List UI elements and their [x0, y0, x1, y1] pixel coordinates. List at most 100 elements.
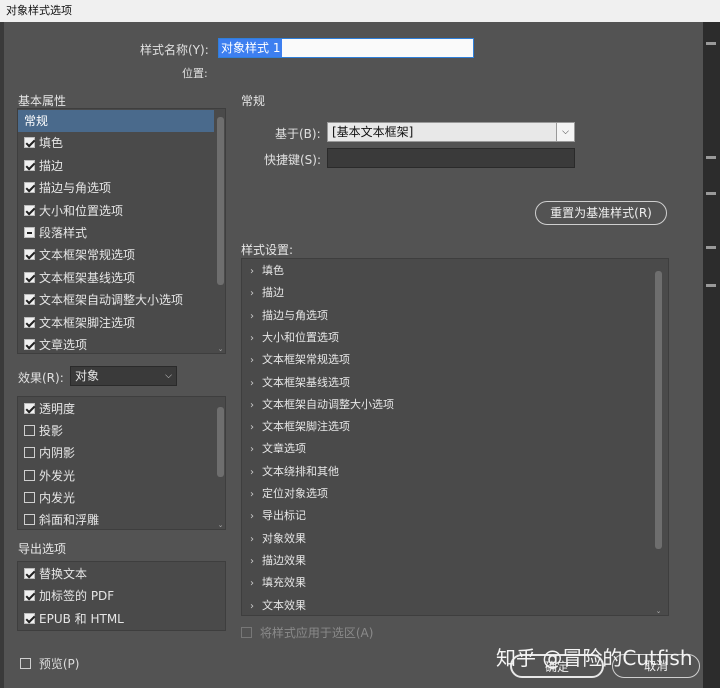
list-item[interactable]: 文本框架常规选项	[18, 244, 214, 266]
style-setting-label: 对象效果	[262, 531, 306, 545]
scrollbar-thumb[interactable]	[217, 117, 224, 285]
chevron-right-icon[interactable]: ›	[250, 395, 262, 417]
chevron-right-icon[interactable]: ›	[250, 350, 262, 372]
checkbox[interactable]	[24, 249, 35, 261]
list-item-label: 大小和位置选项	[39, 203, 124, 218]
preview-checkbox[interactable]: 预览(P)	[20, 655, 79, 673]
style-setting-item[interactable]: › 描边效果	[250, 550, 306, 572]
chevron-right-icon[interactable]: ›	[250, 373, 262, 395]
style-setting-item[interactable]: › 定位对象选项	[250, 483, 328, 505]
style-setting-item[interactable]: › 填色	[250, 260, 284, 282]
checkbox[interactable]	[24, 514, 35, 525]
shortcut-input[interactable]	[327, 148, 575, 168]
list-item[interactable]: 段落样式	[18, 222, 214, 244]
chevron-right-icon[interactable]: ›	[250, 439, 262, 461]
list-item[interactable]: 描边	[18, 155, 214, 177]
background-mark	[706, 246, 716, 249]
window-titlebar: 对象样式选项	[0, 0, 720, 22]
checkbox[interactable]	[24, 159, 35, 171]
background-mark	[706, 156, 716, 159]
style-setting-item[interactable]: › 文本效果	[250, 595, 306, 617]
checkbox[interactable]	[24, 271, 35, 283]
style-setting-item[interactable]: › 对象效果	[250, 528, 306, 550]
list-item[interactable]: 文章选项	[18, 334, 214, 356]
checkbox[interactable]	[24, 425, 35, 437]
scroll-down-arrow[interactable]: ⌄	[216, 521, 225, 529]
chevron-right-icon[interactable]: ›	[250, 529, 262, 551]
style-setting-item[interactable]: › 文本绕排和其他	[250, 461, 339, 483]
based-on-dropdown[interactable]: [基本文本框架] ⌵	[327, 122, 575, 142]
style-setting-item[interactable]: › 大小和位置选项	[250, 327, 339, 349]
chevron-right-icon[interactable]: ›	[250, 462, 262, 484]
effects-dropdown-value: 对象	[75, 369, 100, 383]
checkbox[interactable]	[24, 316, 35, 328]
list-item[interactable]: 斜面和浮雕	[18, 509, 214, 531]
checkbox[interactable]	[24, 204, 35, 216]
checkbox[interactable]	[24, 568, 35, 579]
list-item[interactable]: 投影	[18, 420, 214, 442]
checkbox[interactable]	[24, 469, 35, 481]
basic-attributes-scrollbar[interactable]: ⌄	[216, 109, 225, 353]
list-item[interactable]: 内发光	[18, 487, 214, 509]
list-item[interactable]: 文本框架基线选项	[18, 267, 214, 289]
chevron-right-icon[interactable]: ›	[250, 283, 262, 305]
style-setting-item[interactable]: › 描边	[250, 282, 284, 304]
checkbox[interactable]	[24, 182, 35, 194]
style-setting-item[interactable]: › 文章选项	[250, 438, 306, 460]
scroll-down-arrow[interactable]: ⌄	[216, 345, 225, 353]
style-setting-item[interactable]: › 文本框架基线选项	[250, 372, 350, 394]
chevron-right-icon[interactable]: ›	[250, 306, 262, 328]
chevron-right-icon[interactable]: ›	[250, 484, 262, 506]
chevron-right-icon[interactable]: ›	[250, 417, 262, 439]
style-settings-scrollbar[interactable]: ⌄	[654, 259, 663, 615]
chevron-right-icon[interactable]: ›	[250, 506, 262, 528]
chevron-right-icon[interactable]: ›	[250, 596, 262, 618]
list-item[interactable]: EPUB 和 HTML	[18, 608, 214, 630]
style-name-input[interactable]: 对象样式 1	[218, 38, 474, 58]
list-item[interactable]: 外发光	[18, 465, 214, 487]
scrollbar-thumb[interactable]	[655, 271, 662, 549]
checkbox[interactable]	[24, 491, 35, 503]
checkbox[interactable]	[24, 447, 35, 459]
chevron-right-icon[interactable]: ›	[250, 328, 262, 350]
chevron-right-icon[interactable]: ›	[250, 573, 262, 595]
style-setting-label: 定位对象选项	[262, 487, 328, 500]
checkbox[interactable]	[24, 294, 35, 306]
apply-to-selection-checkbox[interactable]: 将样式应用于选区(A)	[241, 624, 373, 642]
style-setting-item[interactable]: › 描边与角选项	[250, 305, 328, 327]
list-item-label: 投影	[39, 424, 64, 439]
checkbox[interactable]	[24, 339, 35, 350]
checkbox[interactable]	[24, 590, 35, 602]
list-item[interactable]: 透明度	[18, 398, 214, 420]
effects-scrollbar[interactable]: ⌄	[216, 397, 225, 529]
apply-to-selection-box[interactable]	[241, 627, 252, 638]
list-item[interactable]: 填色	[18, 132, 214, 154]
scrollbar-thumb[interactable]	[217, 407, 224, 477]
style-setting-item[interactable]: › 导出标记	[250, 505, 306, 527]
list-item[interactable]: 内阴影	[18, 442, 214, 464]
reset-to-base-button[interactable]: 重置为基准样式(R)	[535, 201, 667, 225]
checkbox[interactable]	[24, 137, 35, 149]
style-setting-item[interactable]: › 填充效果	[250, 572, 306, 594]
style-setting-item[interactable]: › 文本框架常规选项	[250, 349, 350, 371]
chevron-right-icon[interactable]: ›	[250, 261, 262, 283]
list-item[interactable]: 替换文本	[18, 563, 214, 585]
checkbox[interactable]	[24, 227, 35, 238]
effects-dropdown[interactable]: 对象 ⌵	[70, 366, 177, 386]
checkbox[interactable]	[24, 403, 35, 414]
list-item-label: 外发光	[39, 468, 76, 483]
chevron-right-icon[interactable]: ›	[250, 551, 262, 573]
list-item[interactable]: 常规	[18, 110, 214, 132]
style-setting-label: 填充效果	[262, 576, 306, 590]
list-item-label: 描边	[39, 158, 64, 173]
list-item[interactable]: 文本框架自动调整大小选项	[18, 289, 214, 311]
scroll-down-arrow[interactable]: ⌄	[654, 607, 663, 615]
list-item[interactable]: 描边与角选项	[18, 177, 214, 199]
list-item[interactable]: 大小和位置选项	[18, 200, 214, 222]
list-item[interactable]: 加标签的 PDF	[18, 585, 214, 607]
style-setting-item[interactable]: › 文本框架自动调整大小选项	[250, 394, 394, 416]
style-setting-item[interactable]: › 文本框架脚注选项	[250, 416, 350, 438]
preview-checkbox-box[interactable]	[20, 658, 31, 669]
checkbox[interactable]	[24, 612, 35, 624]
list-item[interactable]: 文本框架脚注选项	[18, 312, 214, 334]
